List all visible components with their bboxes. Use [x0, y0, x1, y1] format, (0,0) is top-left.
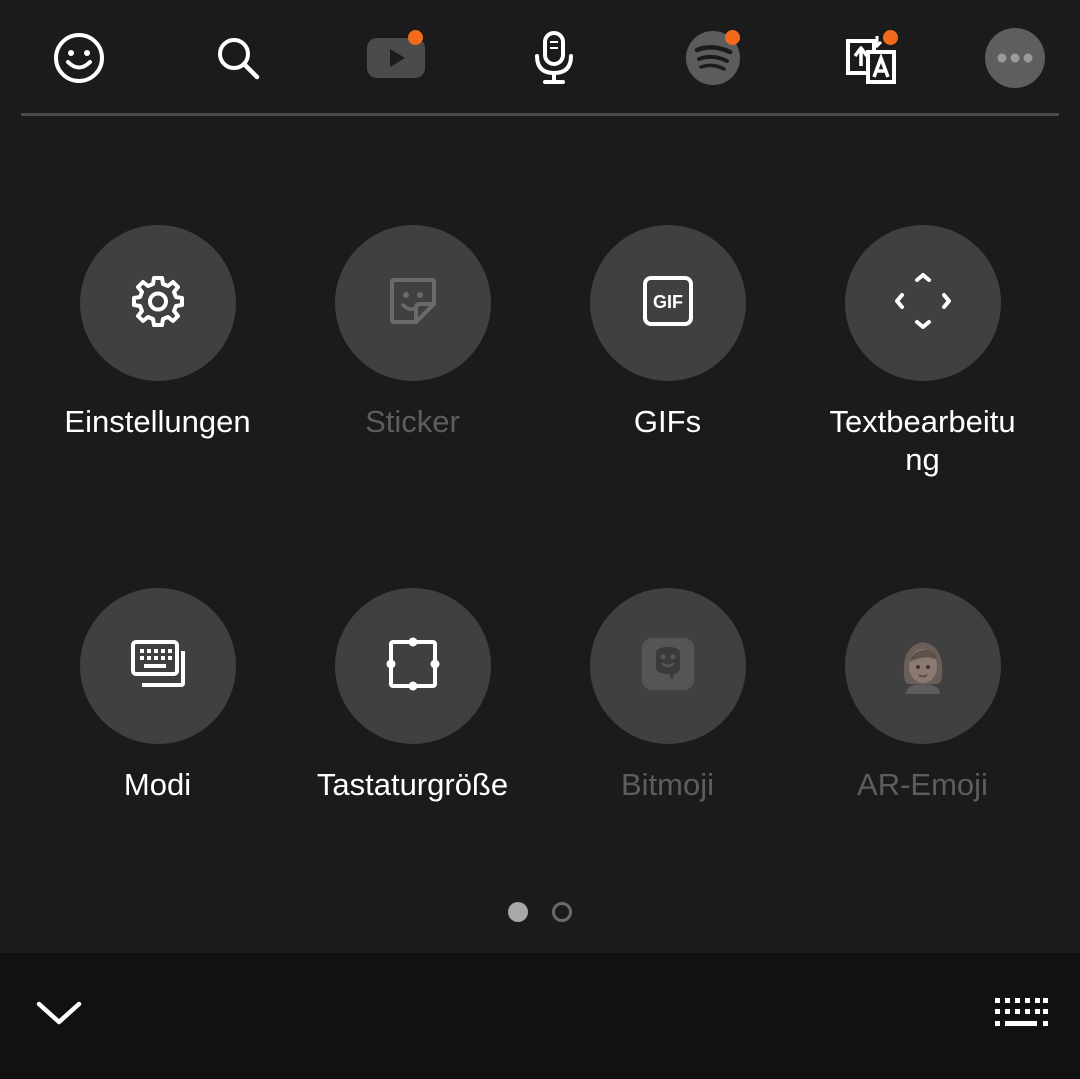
modes-button[interactable] [79, 588, 236, 744]
settings-tile[interactable]: Einstellungen [30, 225, 285, 441]
sticker-tile[interactable]: Sticker [285, 225, 540, 441]
tile-label: Einstellungen [64, 404, 251, 439]
notification-badge [725, 30, 740, 45]
keyboard-switch-button[interactable] [986, 985, 1056, 1045]
emoji-icon [52, 31, 106, 85]
tile-label: Bitmoji [620, 767, 714, 802]
settings-button[interactable] [79, 225, 236, 381]
bitmoji-icon [641, 637, 695, 696]
tile-label: AR-Emoji [857, 767, 988, 802]
more-icon [985, 28, 1045, 88]
voice-input-button[interactable] [524, 28, 584, 88]
page-indicator-2[interactable] [552, 902, 572, 922]
search-button[interactable] [208, 28, 268, 88]
svg-text:GIF: GIF [653, 292, 683, 312]
tile-label: Tastaturgröße [316, 767, 509, 802]
keyboard-size-button[interactable] [334, 588, 491, 744]
bitmoji-tile[interactable]: Bitmoji [540, 588, 795, 804]
tile-label: GIFs [633, 404, 702, 439]
gifs-button[interactable]: GIF [589, 225, 746, 381]
toolbar-divider [21, 113, 1059, 116]
keyboard-panel: Einstellungen Sticker GIF GIFs Textbearb… [0, 0, 1080, 1079]
text-edit-tile[interactable]: Textbearbeitung [795, 225, 1050, 479]
tile-label: Textbearbeitung [829, 404, 1016, 477]
emoji-button[interactable] [49, 28, 109, 88]
keyboard-size-tile[interactable]: Tastaturgröße [285, 588, 540, 804]
sticker-icon [386, 274, 440, 333]
keyboard-size-icon [386, 637, 440, 696]
ar-emoji-tile[interactable]: AR-Emoji [795, 588, 1050, 804]
modes-tile[interactable]: Modi [30, 588, 285, 804]
ar-emoji-button[interactable] [844, 588, 1001, 744]
sticker-button[interactable] [334, 225, 491, 381]
translate-button[interactable] [841, 28, 901, 88]
collapse-button[interactable] [24, 985, 94, 1045]
notification-badge [408, 30, 423, 45]
gear-icon [131, 274, 185, 333]
keyboard-modes-icon [130, 639, 186, 694]
bitmoji-button[interactable] [589, 588, 746, 744]
gifs-tile[interactable]: GIF GIFs [540, 225, 795, 441]
tile-label: Modi [123, 767, 192, 802]
microphone-icon [532, 30, 576, 86]
text-edit-button[interactable] [844, 225, 1001, 381]
page-indicator-1[interactable] [508, 902, 528, 922]
ar-emoji-icon [898, 634, 948, 699]
notification-badge [883, 30, 898, 45]
chevron-down-icon [35, 998, 83, 1033]
keyboard-icon [993, 996, 1049, 1035]
tile-label: Sticker [365, 404, 460, 439]
search-icon [214, 34, 262, 82]
spotify-button[interactable] [683, 28, 743, 88]
text-edit-icon [894, 272, 951, 334]
youtube-button[interactable] [366, 28, 426, 88]
more-options-button[interactable] [985, 28, 1045, 88]
gif-icon: GIF [642, 275, 694, 332]
bottom-bar [0, 953, 1080, 1079]
keyboard-toolbar [0, 0, 1080, 116]
